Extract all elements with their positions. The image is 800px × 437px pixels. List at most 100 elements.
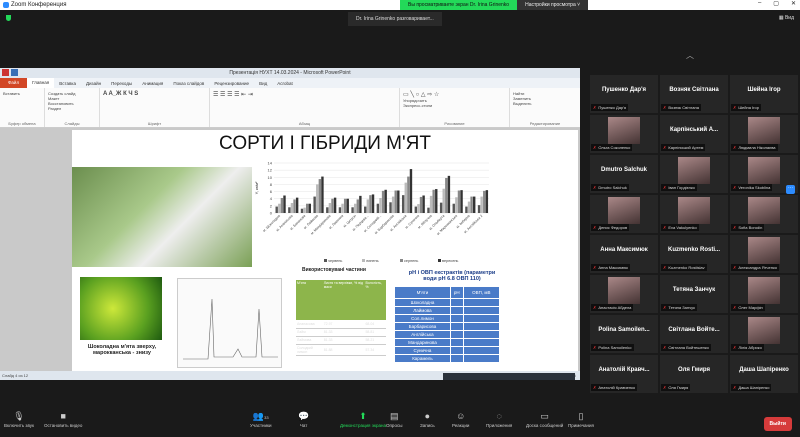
participant-video	[608, 197, 640, 224]
section-button[interactable]: Раздел	[48, 106, 96, 111]
leave-button[interactable]: Выйти	[763, 417, 792, 431]
mic-muted-icon: ✗	[663, 185, 667, 190]
participant-label: ✗ Шейна Ігор	[731, 104, 761, 111]
bar	[369, 195, 372, 213]
quick-styles-button[interactable]: Экспресс-стили	[403, 103, 506, 108]
participant-tile[interactable]: Анна Максимюк ✗ Анна Максимюк	[590, 235, 658, 273]
toolbar-label: Доска сообщений	[526, 423, 564, 428]
mic-muted-icon: ✗	[593, 345, 597, 350]
participant-video	[748, 157, 780, 184]
toolbar-button[interactable]: ⬆ Демонстрация экрана	[340, 411, 386, 428]
ribbon-tab[interactable]: Рецензирование	[209, 81, 254, 86]
toolbar-button[interactable]: 💬 Чат	[298, 411, 309, 428]
toolbar-button[interactable]: ▭ Доска сообщений	[526, 411, 563, 428]
security-shield-icon[interactable]	[6, 15, 11, 21]
table-row: Англійська	[394, 330, 501, 339]
bar	[278, 203, 281, 213]
more-options-button[interactable]: ···	[786, 185, 795, 194]
participant-tile[interactable]: ✗ Eva Vakulyenko	[660, 195, 728, 233]
toolbar-button[interactable]: ● Запись	[420, 411, 435, 428]
toolbar-button[interactable]: ☺ Реакции	[452, 411, 469, 428]
toolbar-button[interactable]: ■ Остановить видео	[44, 411, 82, 428]
ribbon-tab[interactable]: Анимация	[137, 81, 168, 86]
participant-tile[interactable]: ✗ Олег Марфін	[730, 275, 798, 313]
toolbar-icon: ☺	[456, 411, 466, 421]
participant-label: ✗ Оля Гмиря	[661, 384, 691, 391]
participant-tile[interactable]: ✗ Денис Федоров	[590, 195, 658, 233]
participant-tile[interactable]: Анатолій Кравч... ✗ Анатолій Кравченко	[590, 355, 658, 393]
participant-label-text: Іван Гордієнко	[668, 185, 695, 190]
participant-name: Возняк Світлана	[669, 87, 719, 93]
participant-tile[interactable]: Polina Samoilen... ✗ Polina Samoilenko	[590, 315, 658, 353]
participant-tile[interactable]: ✗ Анастасія Абдела	[590, 275, 658, 313]
bar	[359, 195, 362, 213]
participant-tile[interactable]: Шейна Ігор ✗ Шейна Ігор	[730, 75, 798, 113]
toolbar-button[interactable]: ▯ Примечания	[568, 411, 594, 428]
ribbon-tab[interactable]: Показ слайдов	[168, 81, 209, 86]
bar	[300, 208, 304, 213]
maximize-button[interactable]: ▢	[773, 0, 779, 7]
ribbon: Вставить Буфер обмена Создать слайд Макет В…	[0, 88, 580, 128]
table-row: Лаймова	[394, 306, 501, 315]
participant-tile[interactable]: ✗ Іван Гордієнко	[660, 155, 728, 193]
participant-tile[interactable]: Возняк Світлана ✗ Возняк Світлана	[660, 75, 728, 113]
y-tick-label: 6	[270, 189, 273, 194]
collapse-chevron-icon[interactable]: ︿	[686, 50, 694, 61]
participant-tile[interactable]: Пушенко Дар'я ✗ Пушенко Дар'я	[590, 75, 658, 113]
participant-tile[interactable]: ✗ Александра Ятченко	[730, 235, 798, 273]
select-button[interactable]: Выделить	[513, 101, 577, 106]
participant-tile[interactable]: ✗ Sofia Borodin	[730, 195, 798, 233]
ribbon-tab[interactable]: Вид	[254, 81, 272, 86]
participant-label-text: Лілія Абрико	[738, 345, 762, 350]
table-row: Сунична	[394, 346, 501, 355]
participant-tile[interactable]: Карпінський А... ✗ Карпінський Артем	[660, 115, 728, 153]
save-icon[interactable]	[11, 69, 18, 76]
participant-tile[interactable]: ✗ Лілія Абрико	[730, 315, 798, 353]
paste-button[interactable]: Вставить	[3, 91, 20, 96]
participant-tile[interactable]: Даша Шапіренко ✗ Даша Шапіренко	[730, 355, 798, 393]
close-button[interactable]: ✕	[791, 0, 796, 7]
participant-tile[interactable]: ✗ Людмила Ніколаєва	[730, 115, 798, 153]
toolbar-button[interactable]: ◌ Приложения	[486, 411, 512, 428]
participant-tile[interactable]: Kuzmenko Rosti... ✗ Kuzmenko Rostislav	[660, 235, 728, 273]
toolbar-button[interactable]: 👥33 Участники	[250, 411, 272, 428]
mic-muted-icon: ✗	[593, 265, 597, 270]
participant-tile[interactable]: Тетяна Занчук ✗ Тетяна Занчук	[660, 275, 728, 313]
bar	[366, 199, 370, 213]
participant-label-text: Оля Гмиря	[668, 385, 689, 390]
toolbar-icon: ◌	[496, 411, 502, 421]
ribbon-tab[interactable]: Дизайн	[81, 81, 106, 86]
mic-muted-icon: ✗	[593, 105, 597, 110]
participant-tile[interactable]: Dmutro Salchuk ✗ Dmutro Salchuk	[590, 155, 658, 193]
toolbar-button[interactable]: 🎙 Включить звук	[4, 411, 34, 428]
participant-video	[608, 277, 640, 304]
zoom-logo-icon	[3, 2, 9, 8]
mic-muted-icon: ✗	[733, 105, 737, 110]
mic-muted-icon: ✗	[733, 185, 737, 190]
ribbon-tab[interactable]: Файл	[0, 78, 28, 88]
bar	[364, 206, 367, 213]
mic-muted-icon: ✗	[733, 345, 737, 350]
bar	[356, 199, 359, 213]
participant-tile[interactable]: Світлана Войте... ✗ Світлана Войтешенко	[660, 315, 728, 353]
ribbon-tab[interactable]: Переходы	[106, 81, 137, 86]
slide-title: СОРТИ І ГІБРИДИ М'ЯТ	[219, 133, 431, 154]
y-tick-label: 0	[270, 211, 273, 216]
ribbon-tab[interactable]: Вставка	[54, 81, 81, 86]
toolbar-button[interactable]: ▤ Опросы	[386, 411, 402, 428]
ribbon-tab[interactable]: Acrobat	[272, 81, 298, 86]
participant-tile[interactable]: ✗ Ольга Соколенко	[590, 115, 658, 153]
minimize-button[interactable]: –	[758, 0, 761, 7]
th: М'ята	[296, 280, 323, 320]
legend-label: червень	[328, 259, 342, 263]
view-options-button[interactable]: Настройки просмотра ˅	[517, 0, 589, 10]
ribbon-tab[interactable]: Главная	[27, 78, 55, 88]
bar	[305, 203, 309, 213]
mic-muted-icon: ✗	[593, 225, 597, 230]
bar	[470, 196, 473, 213]
toolbar-icon: ▯	[578, 411, 584, 421]
table-cell: Сунична	[394, 346, 451, 355]
participant-tile[interactable]: Оля Гмиря ✗ Оля Гмиря	[660, 355, 728, 393]
mic-muted-icon: ✗	[733, 145, 737, 150]
view-button[interactable]: ▦ Вид	[779, 15, 794, 21]
